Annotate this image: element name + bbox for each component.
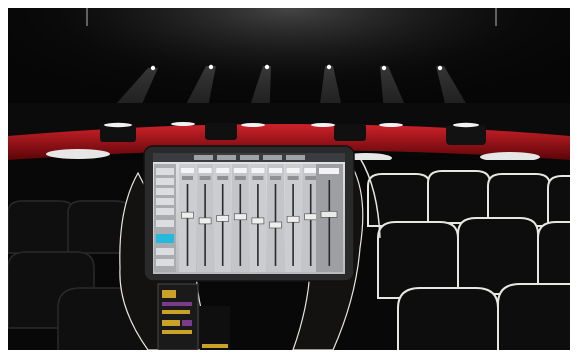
fader-cap xyxy=(234,213,247,221)
fader-track xyxy=(186,184,189,266)
fader-track xyxy=(257,184,259,266)
top-bar-button xyxy=(240,155,259,160)
fader-cap xyxy=(286,215,300,223)
channel-name-chip xyxy=(286,168,300,173)
channel-strip xyxy=(284,164,302,272)
fader-cap xyxy=(198,217,212,225)
channel-name-chip xyxy=(251,168,265,173)
channel-name-chip xyxy=(181,168,194,173)
fader-track xyxy=(239,184,242,266)
fader-track xyxy=(309,184,312,266)
fader-track xyxy=(292,184,294,266)
fader-track xyxy=(221,184,224,266)
fader-cap xyxy=(269,221,282,229)
top-bar-button xyxy=(194,155,213,160)
fader-cap xyxy=(304,213,318,221)
fader-cap xyxy=(216,215,229,222)
master-strip xyxy=(316,164,343,272)
channel-strip xyxy=(231,164,249,272)
channel-strip xyxy=(214,164,232,272)
fader-cap xyxy=(251,217,265,225)
mixer-sidebar xyxy=(154,164,176,272)
fader-track xyxy=(204,184,206,266)
tablet-device xyxy=(143,145,355,282)
channel-name-chip xyxy=(216,168,230,173)
channel-name-chip xyxy=(269,168,282,173)
channel-name-chip xyxy=(304,168,318,173)
channel-name-chip xyxy=(198,168,212,173)
theater-seats-right xyxy=(367,170,570,350)
top-bar-button xyxy=(217,155,236,160)
top-bar-button xyxy=(263,155,282,160)
photo-scene xyxy=(8,8,570,350)
channel-name-chip xyxy=(233,168,247,173)
active-sidebar-button xyxy=(156,234,174,243)
fader-cap xyxy=(181,211,194,219)
mixer-top-bar xyxy=(194,155,305,160)
channel-strip xyxy=(249,164,267,272)
top-bar-button xyxy=(286,155,305,160)
channel-strip xyxy=(179,164,196,272)
channel-strip xyxy=(196,164,214,272)
channel-strip xyxy=(267,164,284,272)
